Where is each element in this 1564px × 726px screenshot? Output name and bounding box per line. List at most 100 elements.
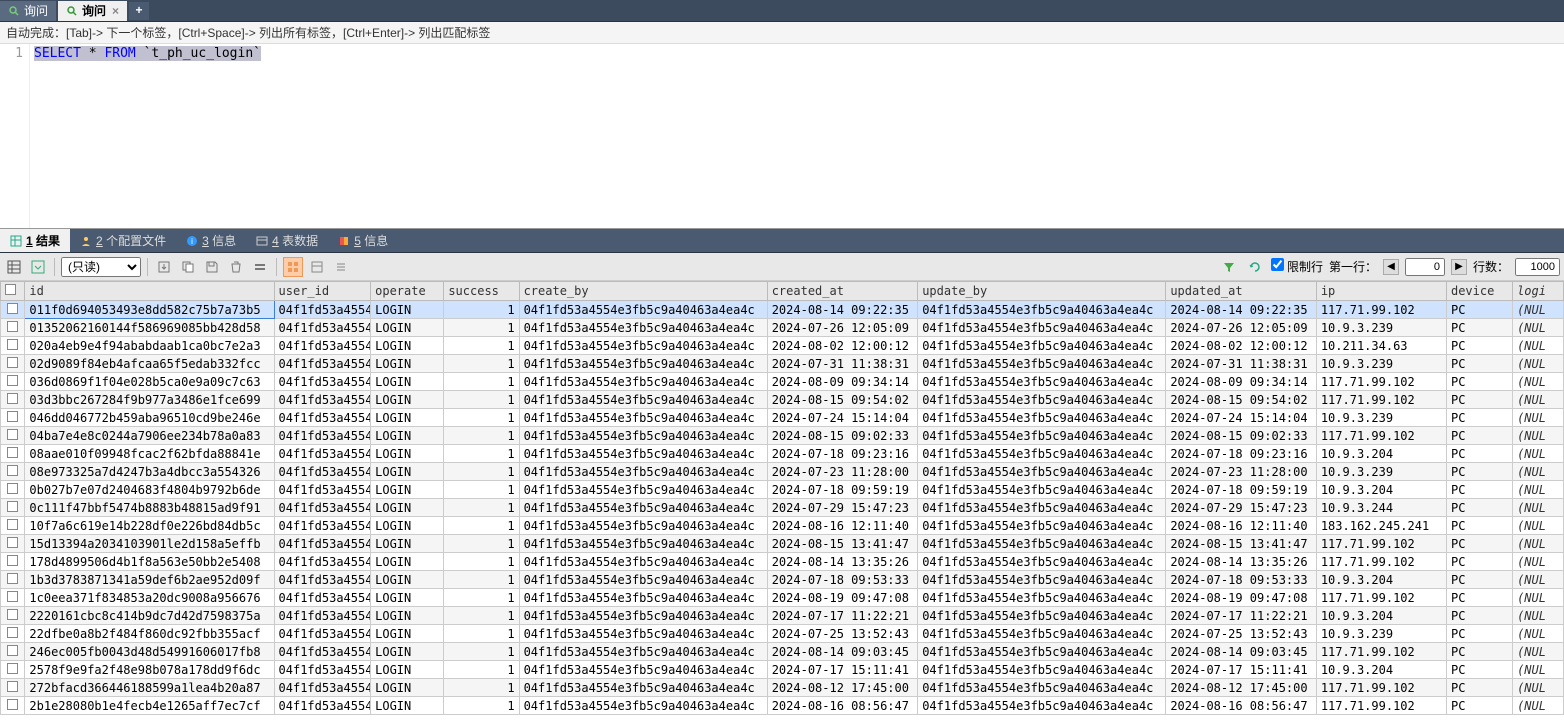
cell-id[interactable]: 0c111f47bbf5474b8883b48815ad9f91 — [25, 499, 274, 517]
cell-update-by[interactable]: 04f1fd53a4554e3fb5c9a40463a4ea4c — [918, 517, 1166, 535]
tab-profile[interactable]: 2 个配置文件 — [70, 229, 176, 252]
cell-user-id[interactable]: 04f1fd53a4554e — [274, 481, 371, 499]
cell-updated-at[interactable]: 2024-07-18 09:53:33 — [1166, 571, 1317, 589]
cell-success[interactable]: 1 — [444, 643, 519, 661]
cell-update-by[interactable]: 04f1fd53a4554e3fb5c9a40463a4ea4c — [918, 607, 1166, 625]
sql-editor[interactable]: 1 SELECT * FROM `t_ph_uc_login` — [0, 44, 1564, 229]
cell-updated-at[interactable]: 2024-07-31 11:38:31 — [1166, 355, 1317, 373]
cell-device[interactable]: PC — [1446, 463, 1512, 481]
table-row[interactable]: 10f7a6c619e14b228df0e226bd84db5c04f1fd53… — [1, 517, 1564, 535]
row-checkbox[interactable] — [1, 445, 25, 463]
cell-ip[interactable]: 10.9.3.204 — [1316, 661, 1446, 679]
cell-updated-at[interactable]: 2024-08-15 09:54:02 — [1166, 391, 1317, 409]
cell-device[interactable]: PC — [1446, 661, 1512, 679]
cell-id[interactable]: 020a4eb9e4f94ababdaab1ca0bc7e2a3 — [25, 337, 274, 355]
cell-ip[interactable]: 117.71.99.102 — [1316, 535, 1446, 553]
cell-operate[interactable]: LOGIN — [371, 409, 444, 427]
close-icon[interactable]: × — [112, 4, 119, 18]
col-update-by[interactable]: update_by — [918, 282, 1166, 301]
cell-id[interactable]: 246ec005fb0043d48d54991606017fb8 — [25, 643, 274, 661]
row-checkbox[interactable] — [1, 463, 25, 481]
cell-created-at[interactable]: 2024-07-25 13:52:43 — [767, 625, 918, 643]
table-row[interactable]: 15d13394a2034103901le2d158a5effb04f1fd53… — [1, 535, 1564, 553]
cell-updated-at[interactable]: 2024-07-26 12:05:09 — [1166, 319, 1317, 337]
table-row[interactable]: 1b3d3783871341a59def6b2ae952d09f04f1fd53… — [1, 571, 1564, 589]
cell-ip[interactable]: 10.9.3.239 — [1316, 355, 1446, 373]
cell-user-id[interactable]: 04f1fd53a4554e — [274, 679, 371, 697]
cell-user-id[interactable]: 04f1fd53a4554e — [274, 661, 371, 679]
cell-user-id[interactable]: 04f1fd53a4554e — [274, 409, 371, 427]
cell-id[interactable]: 1c0eea371f834853a20dc9008a956676 — [25, 589, 274, 607]
table-row[interactable]: 272bfacd366446188599a1lea4b20a8704f1fd53… — [1, 679, 1564, 697]
cell-update-by[interactable]: 04f1fd53a4554e3fb5c9a40463a4ea4c — [918, 661, 1166, 679]
cell-ip[interactable]: 10.211.34.63 — [1316, 337, 1446, 355]
query-tab-2[interactable]: 询问 × — [58, 1, 127, 21]
cell-create-by[interactable]: 04f1fd53a4554e3fb5c9a40463a4ea4c — [519, 319, 767, 337]
cell-id[interactable]: 272bfacd366446188599a1lea4b20a87 — [25, 679, 274, 697]
cell-user-id[interactable]: 04f1fd53a4554e — [274, 337, 371, 355]
cell-operate[interactable]: LOGIN — [371, 445, 444, 463]
cell-logi[interactable]: (NUL — [1513, 553, 1564, 571]
cell-success[interactable]: 1 — [444, 499, 519, 517]
cell-ip[interactable]: 117.71.99.102 — [1316, 391, 1446, 409]
cell-device[interactable]: PC — [1446, 409, 1512, 427]
cell-user-id[interactable]: 04f1fd53a4554e — [274, 517, 371, 535]
tab-result[interactable]: 1 结果 — [0, 229, 70, 252]
cell-id[interactable]: 10f7a6c619e14b228df0e226bd84db5c — [25, 517, 274, 535]
row-checkbox[interactable] — [1, 337, 25, 355]
cell-user-id[interactable]: 04f1fd53a4554e — [274, 427, 371, 445]
cell-device[interactable]: PC — [1446, 535, 1512, 553]
cell-create-by[interactable]: 04f1fd53a4554e3fb5c9a40463a4ea4c — [519, 301, 767, 319]
cell-logi[interactable]: (NUL — [1513, 679, 1564, 697]
cell-user-id[interactable]: 04f1fd53a4554e — [274, 391, 371, 409]
col-ip[interactable]: ip — [1316, 282, 1446, 301]
cell-created-at[interactable]: 2024-08-14 09:03:45 — [767, 643, 918, 661]
cell-ip[interactable]: 10.9.3.204 — [1316, 481, 1446, 499]
col-create-by[interactable]: create_by — [519, 282, 767, 301]
cell-update-by[interactable]: 04f1fd53a4554e3fb5c9a40463a4ea4c — [918, 679, 1166, 697]
cell-device[interactable]: PC — [1446, 445, 1512, 463]
cell-id[interactable]: 046dd046772b459aba96510cd9be246e — [25, 409, 274, 427]
cell-create-by[interactable]: 04f1fd53a4554e3fb5c9a40463a4ea4c — [519, 517, 767, 535]
table-row[interactable]: 011f0d694053493e8dd582c75b7a73b504f1fd53… — [1, 301, 1564, 319]
cell-logi[interactable]: (NUL — [1513, 427, 1564, 445]
table-row[interactable]: 2220161cbc8c414b9dc7d42d7598375a04f1fd53… — [1, 607, 1564, 625]
cell-create-by[interactable]: 04f1fd53a4554e3fb5c9a40463a4ea4c — [519, 697, 767, 715]
cell-create-by[interactable]: 04f1fd53a4554e3fb5c9a40463a4ea4c — [519, 625, 767, 643]
row-checkbox[interactable] — [1, 319, 25, 337]
cell-id[interactable]: 22dfbe0a8b2f484f860dc92fbb355acf — [25, 625, 274, 643]
cell-logi[interactable]: (NUL — [1513, 625, 1564, 643]
cell-updated-at[interactable]: 2024-08-02 12:00:12 — [1166, 337, 1317, 355]
table-row[interactable]: 2578f9e9fa2f48e98b078a178dd9f6dc04f1fd53… — [1, 661, 1564, 679]
cell-success[interactable]: 1 — [444, 679, 519, 697]
cell-logi[interactable]: (NUL — [1513, 337, 1564, 355]
cell-device[interactable]: PC — [1446, 679, 1512, 697]
table-row[interactable]: 246ec005fb0043d48d54991606017fb804f1fd53… — [1, 643, 1564, 661]
cell-device[interactable]: PC — [1446, 319, 1512, 337]
cell-update-by[interactable]: 04f1fd53a4554e3fb5c9a40463a4ea4c — [918, 373, 1166, 391]
cell-user-id[interactable]: 04f1fd53a4554e — [274, 571, 371, 589]
cell-device[interactable]: PC — [1446, 499, 1512, 517]
cell-operate[interactable]: LOGIN — [371, 355, 444, 373]
cell-success[interactable]: 1 — [444, 589, 519, 607]
cell-user-id[interactable]: 04f1fd53a4554e — [274, 625, 371, 643]
cell-create-by[interactable]: 04f1fd53a4554e3fb5c9a40463a4ea4c — [519, 337, 767, 355]
add-tab-button[interactable]: + — [129, 2, 149, 20]
row-checkbox[interactable] — [1, 589, 25, 607]
cell-logi[interactable]: (NUL — [1513, 391, 1564, 409]
cell-create-by[interactable]: 04f1fd53a4554e3fb5c9a40463a4ea4c — [519, 571, 767, 589]
cell-logi[interactable]: (NUL — [1513, 373, 1564, 391]
cell-updated-at[interactable]: 2024-08-15 13:41:47 — [1166, 535, 1317, 553]
cell-update-by[interactable]: 04f1fd53a4554e3fb5c9a40463a4ea4c — [918, 463, 1166, 481]
cell-updated-at[interactable]: 2024-08-09 09:34:14 — [1166, 373, 1317, 391]
cell-ip[interactable]: 10.9.3.239 — [1316, 463, 1446, 481]
cell-operate[interactable]: LOGIN — [371, 319, 444, 337]
cell-id[interactable]: 01352062160144f586969085bb428d58 — [25, 319, 274, 337]
cell-logi[interactable]: (NUL — [1513, 463, 1564, 481]
rows-input[interactable] — [1515, 258, 1560, 276]
table-row[interactable]: 046dd046772b459aba96510cd9be246e04f1fd53… — [1, 409, 1564, 427]
cell-user-id[interactable]: 04f1fd53a4554e — [274, 589, 371, 607]
cell-device[interactable]: PC — [1446, 427, 1512, 445]
cell-device[interactable]: PC — [1446, 571, 1512, 589]
editor-content[interactable]: SELECT * FROM `t_ph_uc_login` — [30, 44, 265, 228]
